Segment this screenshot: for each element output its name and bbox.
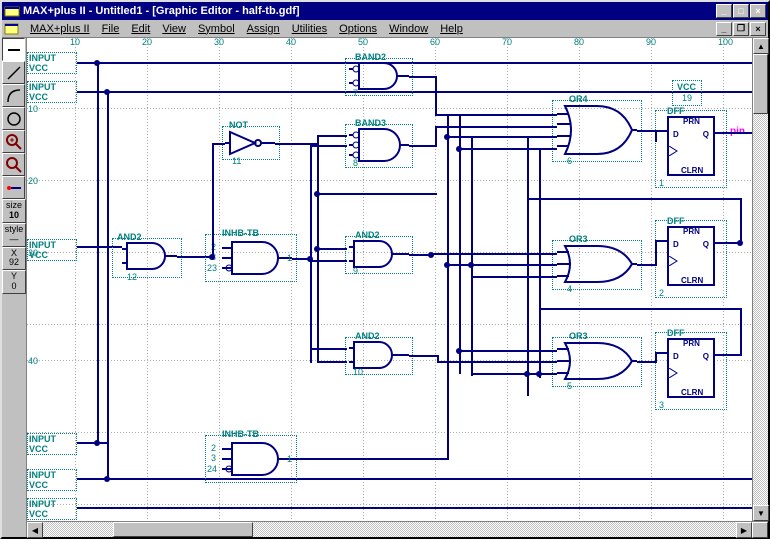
scroll-thumb-h[interactable] (113, 522, 253, 537)
mdi-close-button[interactable]: × (750, 22, 766, 36)
doc-icon[interactable] (4, 22, 20, 36)
app-window: MAX+plus II - Untitled1 - [Graphic Edito… (0, 0, 770, 539)
ruler-horizontal: 10 20 30 40 50 60 70 80 90 100 (27, 38, 768, 48)
tool-style[interactable]: style— (2, 223, 26, 247)
tool-size[interactable]: size10 (2, 199, 26, 223)
canvas-wrap: 10 20 30 40 50 60 70 80 90 100 10 20 30 … (27, 38, 768, 537)
scroll-left-button[interactable]: ◀ (27, 522, 43, 538)
schematic-canvas[interactable]: 10 20 30 40 50 60 70 80 90 100 10 20 30 … (27, 38, 768, 521)
tool-arc[interactable] (2, 84, 25, 107)
scroll-corner (752, 522, 768, 538)
tool-line[interactable] (2, 61, 25, 84)
coord-x: X92 (2, 247, 26, 271)
menu-symbol[interactable]: Symbol (192, 22, 241, 36)
titlebar[interactable]: MAX+plus II - Untitled1 - [Graphic Edito… (2, 2, 768, 20)
close-button[interactable]: × (750, 4, 766, 18)
menu-maxplus[interactable]: MAX+plus II (24, 22, 96, 36)
tool-zoom-in[interactable] (2, 130, 25, 153)
menu-edit[interactable]: Edit (125, 22, 156, 36)
menu-window[interactable]: Window (383, 22, 434, 36)
tool-connection[interactable] (2, 176, 25, 199)
minimize-button[interactable]: _ (716, 4, 732, 18)
ruler-vertical: 10 20 30 40 (27, 38, 43, 521)
coord-y: Y0 (2, 270, 26, 294)
maximize-button[interactable]: □ (733, 4, 749, 18)
toolbox: size10 style— X92 Y0 (2, 38, 27, 537)
scrollbar-horizontal[interactable]: ◀ ▶ (27, 521, 768, 537)
menu-view[interactable]: View (156, 22, 192, 36)
menu-utilities[interactable]: Utilities (286, 22, 333, 36)
mdi-restore-button[interactable]: ❐ (733, 22, 749, 36)
menu-help[interactable]: Help (434, 22, 469, 36)
scroll-down-button[interactable]: ▼ (753, 505, 769, 521)
menu-assign[interactable]: Assign (241, 22, 286, 36)
tool-zoom-out[interactable] (2, 153, 25, 176)
client-area: size10 style— X92 Y0 10 20 30 40 50 60 7… (2, 38, 768, 537)
app-icon (4, 4, 20, 18)
tool-circle[interactable] (2, 107, 25, 130)
scroll-thumb-v[interactable] (753, 54, 768, 114)
menu-options[interactable]: Options (333, 22, 383, 36)
mdi-minimize-button[interactable]: _ (716, 22, 732, 36)
scrollbar-vertical[interactable]: ▲ ▼ (752, 38, 768, 521)
window-title: MAX+plus II - Untitled1 - [Graphic Edito… (23, 5, 715, 17)
menu-file[interactable]: File (96, 22, 126, 36)
tool-select[interactable] (2, 38, 25, 61)
menubar: MAX+plus II File Edit View Symbol Assign… (2, 20, 768, 38)
scroll-right-button[interactable]: ▶ (736, 522, 752, 538)
